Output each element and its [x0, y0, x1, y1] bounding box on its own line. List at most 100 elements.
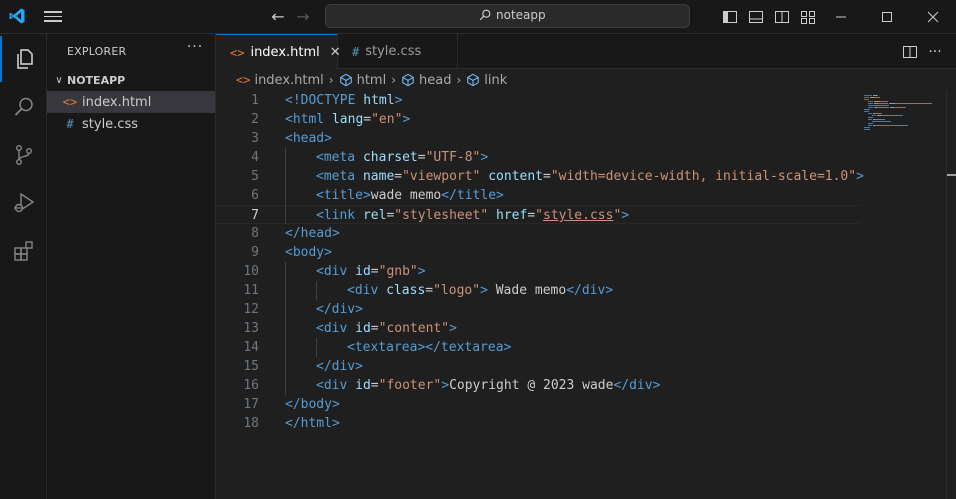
- close-window-button[interactable]: [910, 0, 956, 34]
- code-line[interactable]: 7 <link rel="stylesheet" href="style.css"…: [216, 205, 860, 224]
- back-arrow-icon[interactable]: ←: [268, 7, 288, 27]
- activity-search[interactable]: [0, 84, 47, 130]
- minimap-mark: [864, 127, 870, 128]
- folder-noteapp[interactable]: ∨ NOTEAPP: [47, 70, 215, 90]
- command-center-search[interactable]: noteapp: [325, 4, 690, 28]
- minimap-mark: [879, 103, 888, 104]
- code-line[interactable]: 8 </head>: [216, 224, 860, 243]
- code-token: =: [363, 112, 372, 127]
- menu-icon[interactable]: [43, 9, 63, 25]
- code-token: html: [363, 93, 395, 108]
- code-token: <textarea></textarea>: [347, 340, 512, 355]
- toggle-panel-icon[interactable]: [748, 9, 764, 25]
- minimap-mark: [868, 103, 873, 104]
- split-editor-icon[interactable]: [901, 43, 919, 61]
- breadcrumb: <> index.html › html › head › link: [216, 69, 956, 91]
- code-text: <body>: [285, 243, 332, 262]
- indent-guide: [316, 281, 317, 300]
- code-line[interactable]: 5 <meta name="viewport" content="width=de…: [216, 167, 864, 186]
- code-token: =: [543, 169, 551, 184]
- code-token: =: [394, 169, 403, 184]
- code-line[interactable]: 15 </div>: [216, 357, 860, 376]
- line-number: 2: [251, 112, 259, 127]
- code-token: name: [362, 169, 395, 184]
- code-text: </div>: [316, 300, 363, 319]
- code-token: <head>: [285, 131, 332, 146]
- file-style-css[interactable]: # style.css: [47, 113, 215, 135]
- toggle-primary-sidebar-icon[interactable]: [722, 9, 738, 25]
- code-token: "width=device-width, initial-scale=1.0": [550, 169, 857, 184]
- tab-label: index.html: [250, 45, 320, 60]
- activity-run-debug[interactable]: [0, 180, 47, 226]
- breadcrumb-html[interactable]: html: [339, 73, 386, 88]
- customize-layout-icon[interactable]: [800, 9, 816, 25]
- code-token: lang: [331, 112, 364, 127]
- minimap-mark: [864, 97, 869, 98]
- code-token: >: [621, 208, 630, 223]
- activity-extensions[interactable]: [0, 228, 47, 274]
- maximize-button[interactable]: [864, 0, 910, 34]
- activity-source-control[interactable]: [0, 132, 47, 178]
- search-text: noteapp: [496, 8, 546, 22]
- breadcrumb-head[interactable]: head: [401, 73, 451, 88]
- code-editor[interactable]: 1 <!DOCTYPE html> 2 <html lang="en"> 3 <head>…: [216, 91, 956, 499]
- extensions-icon: [13, 241, 33, 261]
- code-text: <!DOCTYPE html>: [285, 91, 402, 110]
- tab-style-css[interactable]: # style.css: [338, 34, 458, 69]
- editor-scrollbar[interactable]: [946, 91, 956, 499]
- code-line[interactable]: 14 <textarea></textarea>: [216, 338, 860, 357]
- indent-guide: [285, 262, 286, 395]
- activity-bar: [0, 34, 47, 499]
- code-text: <div class="logo"> Wade memo</div>: [347, 281, 613, 300]
- code-token: <meta: [316, 150, 356, 165]
- minimap-mark: [868, 119, 872, 120]
- source-control-icon: [15, 145, 32, 166]
- code-token: <div: [316, 378, 348, 393]
- breadcrumb-file[interactable]: <> index.html: [236, 73, 324, 88]
- code-line[interactable]: 2 <html lang="en">: [216, 110, 860, 129]
- activity-explorer[interactable]: [0, 36, 47, 82]
- code-line[interactable]: 18 </html>: [216, 414, 860, 433]
- code-token: id: [355, 378, 371, 393]
- code-line[interactable]: 1 <!DOCTYPE html>: [216, 91, 860, 110]
- code-text: <meta charset="UTF-8">: [316, 148, 488, 167]
- code-line[interactable]: 4 <meta charset="UTF-8">: [216, 148, 860, 167]
- more-actions-icon[interactable]: ···: [185, 39, 205, 59]
- code-line[interactable]: 10 <div id="gnb">: [216, 262, 860, 281]
- code-line[interactable]: 3 <head>: [216, 129, 860, 148]
- more-actions-icon[interactable]: ···: [926, 43, 944, 61]
- minimap-mark: [896, 107, 904, 108]
- file-index-html[interactable]: <> index.html: [47, 91, 215, 113]
- minimize-button[interactable]: [818, 0, 864, 34]
- indent-guide: [316, 338, 317, 357]
- minimap[interactable]: [860, 91, 946, 499]
- code-line[interactable]: 17 </body>: [216, 395, 860, 414]
- line-number: 10: [243, 264, 259, 279]
- line-number: 14: [243, 340, 259, 355]
- code-token: Wade memo: [487, 283, 567, 298]
- symbol-element-icon: [402, 73, 414, 87]
- search-icon: [14, 97, 33, 116]
- code-token: "stylesheet": [394, 208, 489, 223]
- code-text: </head>: [285, 224, 340, 243]
- code-line[interactable]: 16 <div id="footer">Copyright @ 2023 wade…: [216, 376, 860, 395]
- code-token: =: [370, 378, 379, 393]
- toggle-secondary-sidebar-icon[interactable]: [774, 9, 790, 25]
- chevron-right-icon: ›: [391, 73, 397, 87]
- forward-arrow-icon[interactable]: →: [293, 7, 313, 27]
- html-file-icon: <>: [230, 45, 245, 60]
- code-token: </div>: [566, 283, 614, 298]
- scrollbar-cursor-marker: [947, 174, 956, 176]
- breadcrumb-link[interactable]: link: [466, 73, 507, 88]
- code-line[interactable]: 9 <body>: [216, 243, 860, 262]
- code-line[interactable]: 6 <title>wade memo</title>: [216, 186, 860, 205]
- tab-index-html[interactable]: <> index.html ✕: [216, 34, 341, 70]
- minimap-mark: [874, 105, 882, 106]
- code-line[interactable]: 11 <div class="logo"> Wade memo</div>: [216, 281, 860, 300]
- code-line[interactable]: 13 <div id="content">: [216, 319, 860, 338]
- code-line[interactable]: 12 </div>: [216, 300, 860, 319]
- breadcrumb-label: link: [484, 72, 508, 88]
